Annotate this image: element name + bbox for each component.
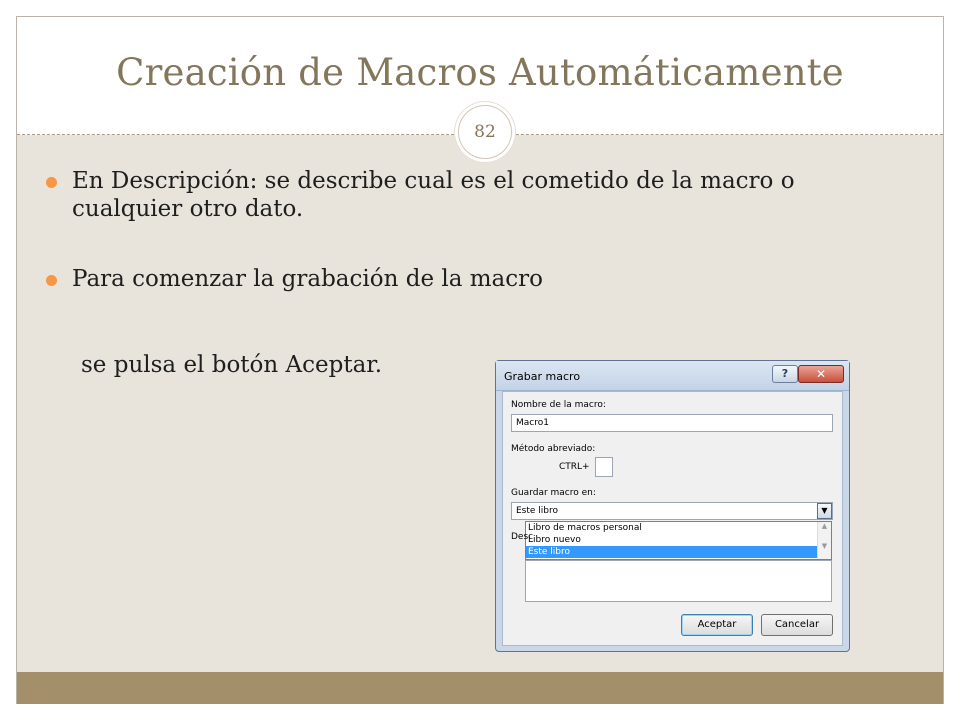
bullet-item: En Descripción: se describe cual es el c…	[46, 167, 876, 223]
dialog-titlebar[interactable]: Grabar macro ? ✕	[496, 361, 849, 391]
dialog-title: Grabar macro	[504, 370, 581, 383]
slide-title: Creación de Macros Automáticamente	[116, 51, 844, 94]
store-option[interactable]: Libro de macros personal	[526, 522, 831, 534]
shortcut-key-input[interactable]	[595, 457, 613, 477]
shortcut-label: Método abreviado:	[511, 444, 596, 454]
bullet-list: En Descripción: se describe cual es el c…	[46, 167, 876, 293]
bullet-dot-icon	[46, 275, 57, 286]
store-options-list[interactable]: Libro de macros personal Libro nuevo Est…	[525, 521, 832, 560]
bullet-dot-icon	[46, 177, 57, 188]
dialog-body: Nombre de la macro: Macro1 Método abrevi…	[502, 391, 843, 646]
store-option[interactable]: Libro nuevo	[526, 534, 831, 546]
scroll-down-icon[interactable]: ▼	[818, 542, 831, 550]
macro-name-label: Nombre de la macro:	[511, 400, 606, 410]
record-macro-dialog: Grabar macro ? ✕ Nombre de la macro: Mac…	[495, 360, 850, 652]
accept-button[interactable]: Aceptar	[681, 614, 753, 636]
scroll-up-icon[interactable]: ▲	[818, 522, 831, 530]
page-number-badge: 82	[458, 105, 512, 159]
cancel-button[interactable]: Cancelar	[761, 614, 833, 636]
list-scrollbar[interactable]: ▲ ▼	[817, 522, 831, 559]
store-macro-select[interactable]: Este libro	[511, 502, 833, 520]
help-button[interactable]: ?	[772, 365, 798, 383]
description-label: Desc	[511, 532, 534, 542]
store-macro-label: Guardar macro en:	[511, 488, 596, 498]
footer-band	[17, 672, 943, 704]
macro-name-input[interactable]: Macro1	[511, 414, 833, 432]
store-option-selected[interactable]: Este libro	[526, 546, 831, 558]
dropdown-arrow-icon[interactable]: ▼	[817, 503, 832, 519]
bullet-text: En Descripción: se describe cual es el c…	[72, 168, 795, 222]
bullet-text: Para comenzar la grabación de la macro	[72, 266, 543, 292]
bullet-continuation: se pulsa el botón Aceptar.	[81, 352, 383, 378]
ctrl-label: CTRL+	[559, 462, 590, 472]
description-textarea[interactable]	[525, 560, 832, 602]
close-button[interactable]: ✕	[798, 365, 844, 383]
bullet-item: Para comenzar la grabación de la macro	[46, 265, 876, 293]
